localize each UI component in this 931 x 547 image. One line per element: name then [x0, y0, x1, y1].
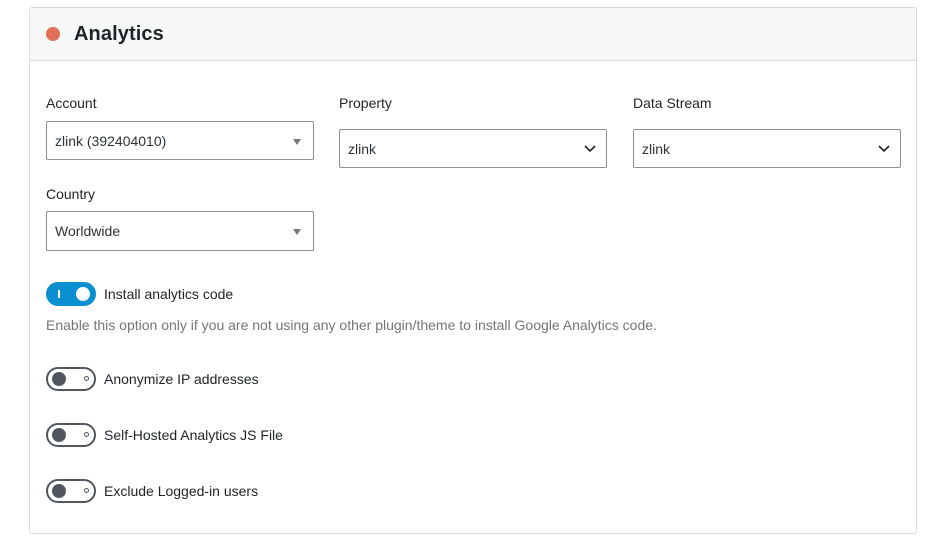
chevron-down-icon: [878, 145, 890, 153]
caret-down-icon: [293, 229, 301, 235]
install-code-toggle[interactable]: [46, 282, 96, 306]
toggle-knob: [52, 428, 66, 442]
self-hosted-js-label: Self-Hosted Analytics JS File: [104, 427, 283, 443]
toggle-on-bar-icon: [58, 290, 60, 298]
country-select-value: Worldwide: [55, 223, 121, 239]
exclude-logged-in-label: Exclude Logged-in users: [104, 483, 259, 499]
chevron-down-icon: [584, 145, 596, 153]
toggle-knob: [52, 484, 66, 498]
property-select-value: zlink: [348, 140, 377, 157]
data-stream-select[interactable]: zlink: [633, 129, 901, 168]
data-stream-label: Data Stream: [633, 95, 712, 111]
exclude-logged-in-toggle[interactable]: [46, 479, 96, 503]
toggle-knob: [76, 287, 90, 301]
install-code-label: Install analytics code: [104, 286, 234, 302]
anonymize-ip-toggle[interactable]: [46, 367, 96, 391]
panel-header: Analytics: [30, 8, 916, 61]
account-select[interactable]: zlink (392404010): [46, 121, 314, 160]
toggle-knob: [52, 372, 66, 386]
caret-down-icon: [293, 139, 301, 145]
toggle-off-ring-icon: [84, 376, 89, 381]
anonymize-ip-label: Anonymize IP addresses: [104, 371, 259, 387]
toggle-off-ring-icon: [84, 432, 89, 437]
analytics-panel: Analytics: [29, 7, 917, 534]
panel-title: Analytics: [74, 22, 164, 45]
account-label: Account: [46, 95, 97, 111]
install-code-help: Enable this option only if you are not u…: [46, 317, 657, 333]
toggle-off-ring-icon: [84, 488, 89, 493]
country-select[interactable]: Worldwide: [46, 211, 314, 251]
account-select-value: zlink (392404010): [55, 132, 167, 149]
property-label: Property: [339, 95, 392, 111]
country-label: Country: [46, 186, 96, 202]
self-hosted-js-toggle[interactable]: [46, 423, 96, 447]
data-stream-select-value: zlink: [642, 140, 671, 157]
status-dot-icon: [46, 27, 60, 41]
property-select[interactable]: zlink: [339, 129, 607, 168]
